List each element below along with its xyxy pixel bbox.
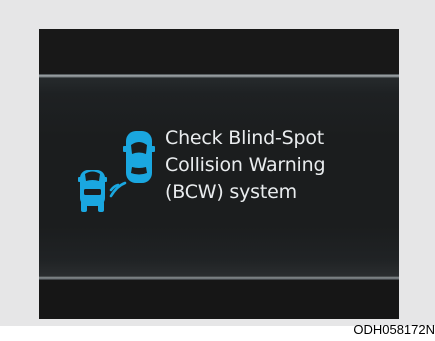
figure-code: ODH058172N — [353, 322, 435, 337]
display-top-band — [39, 29, 399, 74]
cluster-display: Check Blind-Spot Collision Warning (BCW)… — [39, 29, 399, 319]
blind-spot-collision-warning-icon — [78, 129, 168, 229]
warning-message-line-1: Check Blind-Spot — [165, 127, 325, 149]
warning-message-line-3: (BCW) system — [165, 181, 297, 203]
warning-message-line-2: Collision Warning — [165, 154, 326, 176]
front-car-icon — [123, 131, 155, 183]
display-bottom-band — [39, 280, 399, 319]
image-frame: Check Blind-Spot Collision Warning (BCW)… — [0, 0, 435, 326]
warning-message: Check Blind-Spot Collision Warning (BCW)… — [165, 125, 395, 206]
rear-car-icon — [78, 170, 107, 212]
sensor-wave-icon — [109, 181, 127, 198]
